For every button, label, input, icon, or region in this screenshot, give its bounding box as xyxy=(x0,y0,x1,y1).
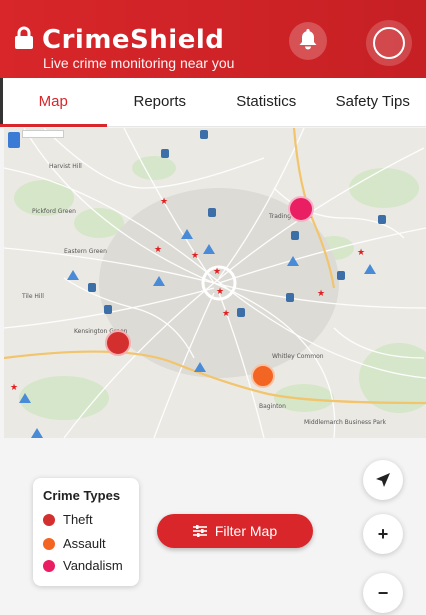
notifications-button[interactable] xyxy=(289,22,327,60)
svg-text:★: ★ xyxy=(222,308,230,318)
zoom-in-label: + xyxy=(377,523,389,544)
svg-text:★: ★ xyxy=(10,382,18,392)
legend-title: Crime Types xyxy=(43,488,121,503)
incident-marker-assault[interactable] xyxy=(251,364,275,388)
lock-icon xyxy=(14,26,34,50)
navigation-arrow-icon xyxy=(376,473,390,487)
app-title: CrimeShield xyxy=(42,25,225,55)
svg-text:★: ★ xyxy=(317,288,325,298)
map-scale-bar xyxy=(22,130,64,138)
map-label: Harvist Hill xyxy=(49,163,82,170)
map-layer-toggle[interactable] xyxy=(8,132,20,148)
zoom-out-button[interactable]: − xyxy=(363,573,403,613)
map-label: Whitley Common xyxy=(272,353,324,360)
map-label: Tile Hill xyxy=(21,293,44,300)
legend-item-assault: Assault xyxy=(43,536,106,551)
tab-map[interactable]: Map xyxy=(0,78,107,127)
incident-marker-theft[interactable] xyxy=(105,330,131,356)
profile-avatar[interactable] xyxy=(366,20,412,66)
vandalism-dot-icon xyxy=(43,559,55,572)
profile-icon xyxy=(373,27,405,59)
legend-item-theft: Theft xyxy=(43,512,93,527)
tab-safety-tips[interactable]: Safety Tips xyxy=(320,78,426,126)
map-label: Baginton xyxy=(259,403,286,410)
zoom-out-label: − xyxy=(377,582,389,603)
tab-bar: Map Reports Statistics Safety Tips xyxy=(0,78,426,127)
incident-marker-vandalism[interactable] xyxy=(288,196,314,222)
map-label: Middlemarch Business Park xyxy=(304,419,387,426)
legend-item-label: Vandalism xyxy=(63,558,123,573)
map-label: Pickford Green xyxy=(32,208,76,215)
svg-text:★: ★ xyxy=(154,244,162,254)
app-subtitle: Live crime monitoring near you xyxy=(43,55,235,71)
theft-dot-icon xyxy=(43,513,55,526)
svg-text:★: ★ xyxy=(160,196,168,206)
tab-statistics[interactable]: Statistics xyxy=(213,78,320,126)
svg-text:★: ★ xyxy=(216,286,224,296)
legend-item-vandalism: Vandalism xyxy=(43,558,123,573)
filter-map-label: Filter Map xyxy=(214,523,278,539)
zoom-in-button[interactable]: + xyxy=(363,514,403,554)
tab-reports[interactable]: Reports xyxy=(107,78,214,126)
assault-dot-icon xyxy=(43,537,55,550)
svg-text:★: ★ xyxy=(191,250,199,260)
bell-icon xyxy=(298,28,318,55)
locate-me-button[interactable] xyxy=(363,460,403,500)
crime-map[interactable]: Harvist Hill Pickford Green Eastern Gree… xyxy=(4,128,426,438)
svg-text:★: ★ xyxy=(357,247,365,257)
legend-item-label: Assault xyxy=(63,536,106,551)
filter-map-button[interactable]: Filter Map xyxy=(157,514,313,548)
crime-types-legend: Crime Types Theft Assault Vandalism xyxy=(33,478,139,586)
map-label: Eastern Green xyxy=(64,248,107,255)
svg-text:★: ★ xyxy=(213,266,221,276)
map-canvas[interactable]: Harvist Hill Pickford Green Eastern Gree… xyxy=(4,128,426,438)
app-header: CrimeShield Live crime monitoring near y… xyxy=(0,0,426,78)
sliders-icon xyxy=(192,525,207,537)
legend-item-label: Theft xyxy=(63,512,93,527)
